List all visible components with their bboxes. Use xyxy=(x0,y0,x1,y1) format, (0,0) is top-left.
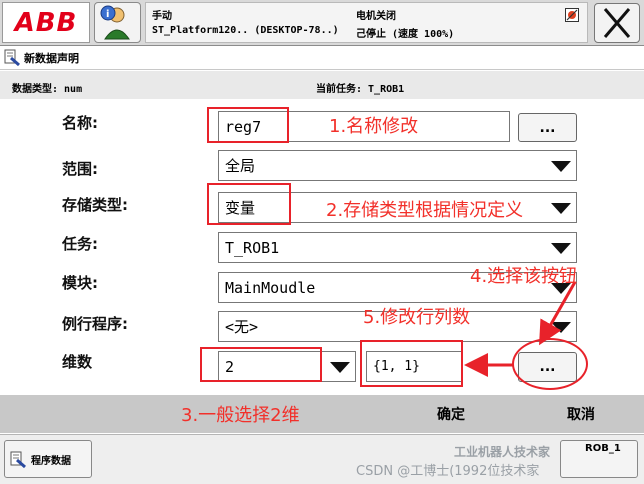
cancel-button[interactable]: 取消 xyxy=(525,395,637,433)
annotation-3: 3.一般选择2维 xyxy=(181,405,300,426)
arrow-to-browse xyxy=(539,281,577,346)
program-data-tab[interactable]: 程序数据 xyxy=(4,440,92,478)
annotation-5: 5.修改行列数 xyxy=(363,307,471,328)
rob-status-tab[interactable]: ROB_1 xyxy=(560,440,638,478)
ok-button[interactable]: 确定 xyxy=(395,395,507,433)
annotation-1: 1.名称修改 xyxy=(329,116,419,137)
annotation-2: 2.存储类型根据情况定义 xyxy=(326,200,524,221)
rob-label: ROB_1 xyxy=(585,443,621,454)
annotation-4: 4.选择该按钮 xyxy=(470,266,578,287)
program-data-icon xyxy=(10,451,26,468)
watermark-csdn: CSDN @工博士(1992位技术家 xyxy=(356,464,540,479)
program-data-label: 程序数据 xyxy=(31,455,71,467)
watermark-wechat: 工业机器人技术家 xyxy=(454,445,551,459)
